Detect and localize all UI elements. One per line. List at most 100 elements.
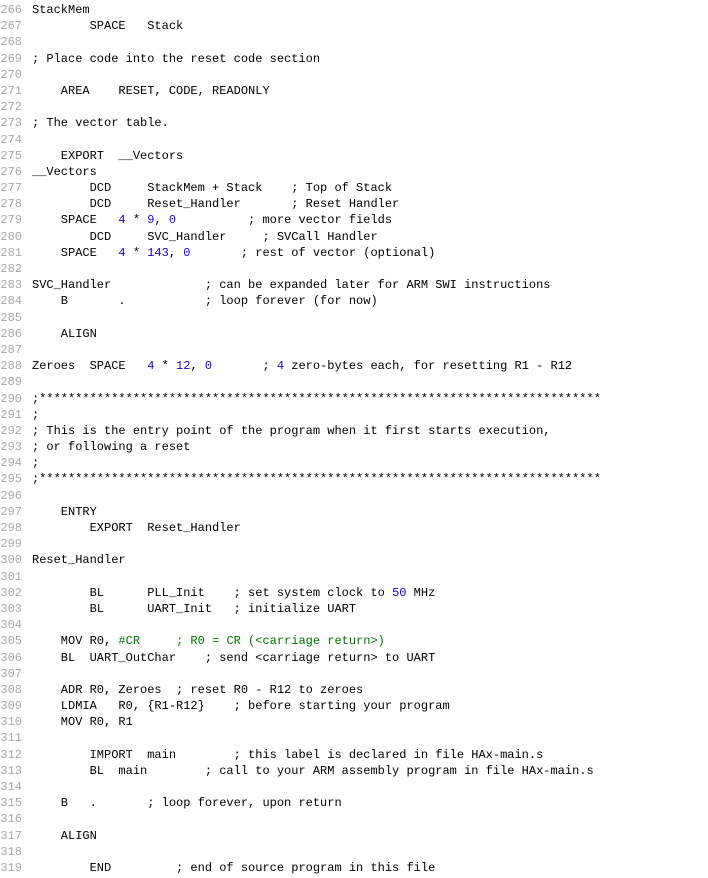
code-line: 304 — [0, 617, 708, 633]
line-content: SVC_Handler ; can be expanded later for … — [32, 277, 708, 293]
code-line: 314 — [0, 779, 708, 795]
line-content: B . ; loop forever, upon return — [32, 795, 708, 811]
line-content — [32, 844, 708, 860]
line-content: ; Place code into the reset code section — [32, 51, 708, 67]
code-line: 295;************************************… — [0, 471, 708, 487]
line-content: ADR R0, Zeroes ; reset R0 - R12 to zeroe… — [32, 682, 708, 698]
line-number: 293 — [0, 439, 32, 455]
code-line: 316 — [0, 811, 708, 827]
line-content: __Vectors — [32, 164, 708, 180]
line-content — [32, 811, 708, 827]
line-content: ; — [32, 407, 708, 423]
line-content: BL PLL_Init ; set system clock to 50 MHz — [32, 585, 708, 601]
line-content — [32, 569, 708, 585]
code-line: 317 ALIGN — [0, 828, 708, 844]
line-number: 271 — [0, 83, 32, 99]
code-viewer: 266StackMem267 SPACE Stack268269; Place … — [0, 2, 708, 876]
line-number: 298 — [0, 520, 32, 536]
line-number: 267 — [0, 18, 32, 34]
line-number: 277 — [0, 180, 32, 196]
code-line: 277 DCD StackMem + Stack ; Top of Stack — [0, 180, 708, 196]
line-content: DCD Reset_Handler ; Reset Handler — [32, 196, 708, 212]
code-line: 289 — [0, 374, 708, 390]
code-line: 285 — [0, 310, 708, 326]
line-content: ; This is the entry point of the program… — [32, 423, 708, 439]
line-content: ;***************************************… — [32, 391, 708, 407]
line-number: 272 — [0, 99, 32, 115]
line-content: BL main ; call to your ARM assembly prog… — [32, 763, 708, 779]
line-number: 300 — [0, 552, 32, 568]
code-line: 303 BL UART_Init ; initialize UART — [0, 601, 708, 617]
line-content: ALIGN — [32, 326, 708, 342]
line-number: 301 — [0, 569, 32, 585]
line-content: Zeroes SPACE 4 * 12, 0 ; 4 zero-bytes ea… — [32, 358, 708, 374]
line-number: 289 — [0, 374, 32, 390]
line-content: SPACE 4 * 143, 0 ; rest of vector (optio… — [32, 245, 708, 261]
line-number: 281 — [0, 245, 32, 261]
code-line: 270 — [0, 67, 708, 83]
code-line: 287 — [0, 342, 708, 358]
code-line: 308 ADR R0, Zeroes ; reset R0 - R12 to z… — [0, 682, 708, 698]
code-line: 279 SPACE 4 * 9, 0 ; more vector fields — [0, 212, 708, 228]
line-content — [32, 617, 708, 633]
line-content: END ; end of source program in this file — [32, 860, 708, 876]
line-number: 319 — [0, 860, 32, 876]
line-number: 299 — [0, 536, 32, 552]
line-number: 282 — [0, 261, 32, 277]
code-line: 275 EXPORT __Vectors — [0, 148, 708, 164]
line-number: 308 — [0, 682, 32, 698]
code-line: 281 SPACE 4 * 143, 0 ; rest of vector (o… — [0, 245, 708, 261]
line-number: 285 — [0, 310, 32, 326]
line-content — [32, 730, 708, 746]
line-number: 288 — [0, 358, 32, 374]
line-number: 279 — [0, 212, 32, 228]
line-content: AREA RESET, CODE, READONLY — [32, 83, 708, 99]
line-number: 295 — [0, 471, 32, 487]
line-content — [32, 342, 708, 358]
line-content — [32, 536, 708, 552]
line-content: Reset_Handler — [32, 552, 708, 568]
code-line: 292; This is the entry point of the prog… — [0, 423, 708, 439]
line-content — [32, 488, 708, 504]
line-number: 283 — [0, 277, 32, 293]
line-content: ALIGN — [32, 828, 708, 844]
line-content: DCD StackMem + Stack ; Top of Stack — [32, 180, 708, 196]
code-line: 309 LDMIA R0, {R1-R12} ; before starting… — [0, 698, 708, 714]
line-number: 274 — [0, 132, 32, 148]
line-content: DCD SVC_Handler ; SVCall Handler — [32, 229, 708, 245]
line-content: StackMem — [32, 2, 708, 18]
line-number: 304 — [0, 617, 32, 633]
line-content: ; or following a reset — [32, 439, 708, 455]
line-content — [32, 34, 708, 50]
line-number: 315 — [0, 795, 32, 811]
line-content: B . ; loop forever (for now) — [32, 293, 708, 309]
code-line: 294; — [0, 455, 708, 471]
line-number: 307 — [0, 666, 32, 682]
line-number: 296 — [0, 488, 32, 504]
line-content — [32, 261, 708, 277]
line-content — [32, 99, 708, 115]
code-line: 315 B . ; loop forever, upon return — [0, 795, 708, 811]
code-line: 290;************************************… — [0, 391, 708, 407]
line-number: 297 — [0, 504, 32, 520]
code-line: 318 — [0, 844, 708, 860]
line-number: 309 — [0, 698, 32, 714]
line-content — [32, 132, 708, 148]
line-content: BL UART_Init ; initialize UART — [32, 601, 708, 617]
code-line: 300Reset_Handler — [0, 552, 708, 568]
code-line: 284 B . ; loop forever (for now) — [0, 293, 708, 309]
line-number: 294 — [0, 455, 32, 471]
code-line: 280 DCD SVC_Handler ; SVCall Handler — [0, 229, 708, 245]
line-number: 305 — [0, 633, 32, 649]
line-number: 302 — [0, 585, 32, 601]
code-line: 283SVC_Handler ; can be expanded later f… — [0, 277, 708, 293]
line-number: 268 — [0, 34, 32, 50]
line-number: 291 — [0, 407, 32, 423]
code-line: 286 ALIGN — [0, 326, 708, 342]
code-line: 312 IMPORT main ; this label is declared… — [0, 747, 708, 763]
line-number: 280 — [0, 229, 32, 245]
line-number: 275 — [0, 148, 32, 164]
line-content: SPACE Stack — [32, 18, 708, 34]
line-number: 313 — [0, 763, 32, 779]
line-number: 290 — [0, 391, 32, 407]
